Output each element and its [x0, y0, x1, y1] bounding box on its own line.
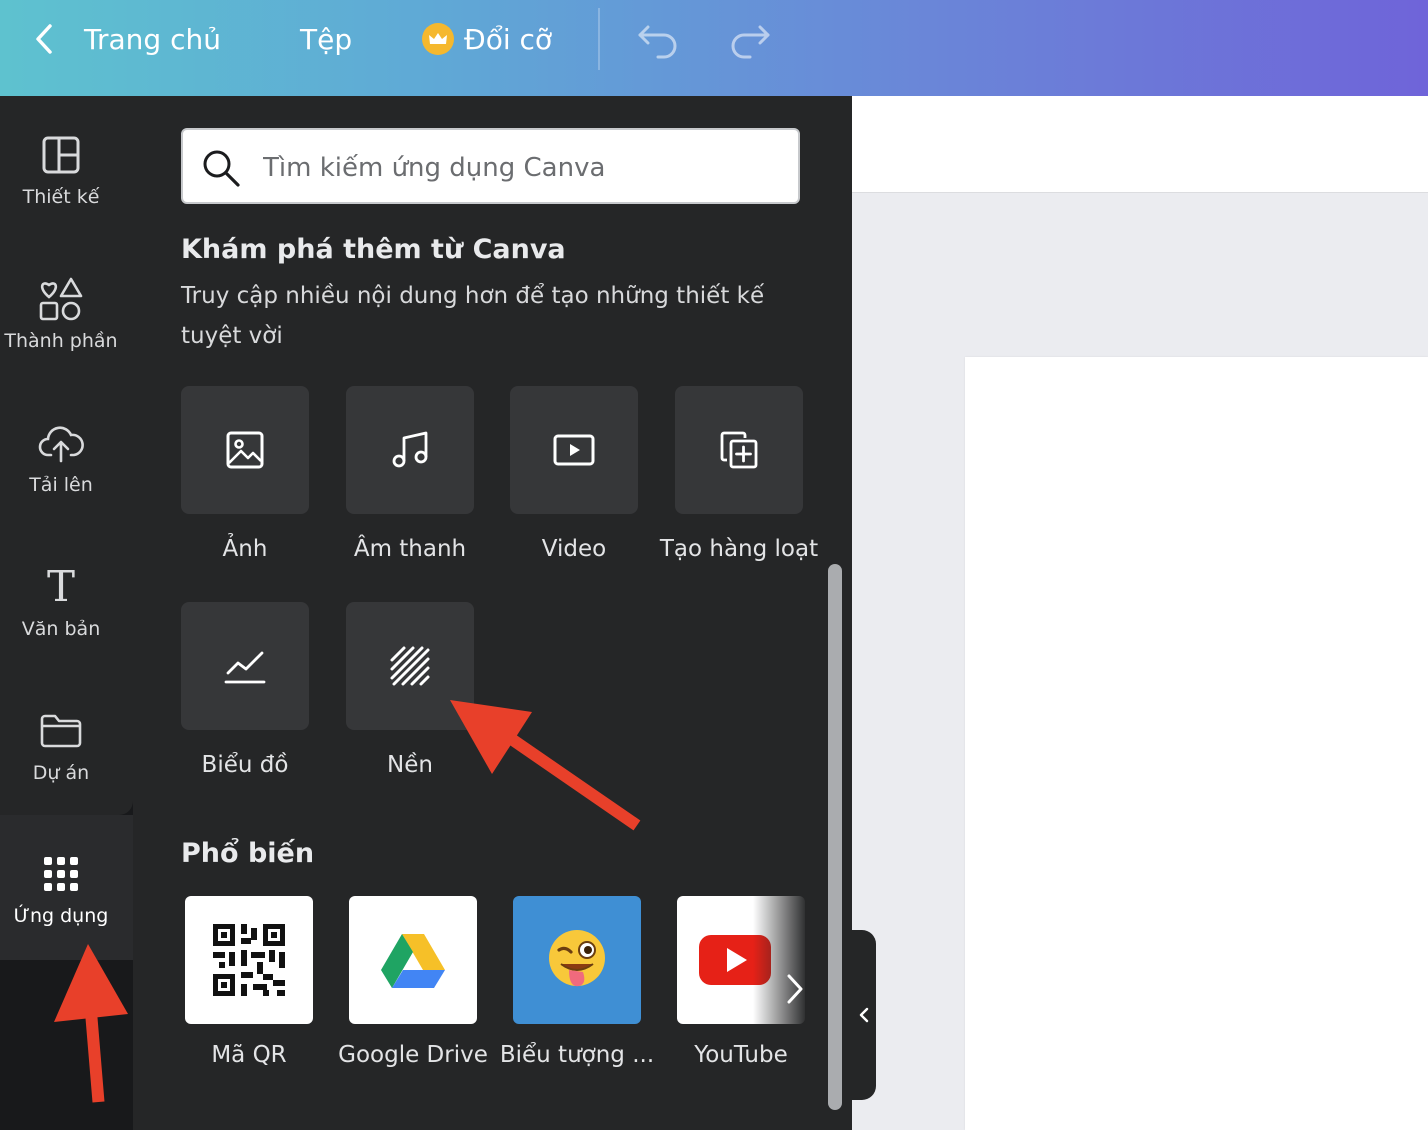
- tile-label: Video: [541, 536, 607, 562]
- crown-icon: [422, 23, 454, 55]
- rail-label: Thiết kế: [22, 186, 100, 208]
- back-button[interactable]: [30, 0, 60, 78]
- undo-button[interactable]: [636, 0, 680, 78]
- rail-top-group: Thiết kế Thành phần Tải lên T Văn bản Dự…: [0, 96, 133, 815]
- tile-label: Ảnh: [222, 536, 268, 562]
- popular-heading: Phổ biến: [181, 838, 315, 869]
- tile-label: Âm thanh: [353, 536, 467, 562]
- app-label: Google Drive: [338, 1042, 488, 1068]
- folder-icon: [36, 706, 86, 756]
- chevron-right-icon[interactable]: [783, 970, 807, 1008]
- tile-audio[interactable]: [346, 386, 474, 514]
- shapes-icon: [36, 274, 86, 324]
- undo-icon: [638, 25, 677, 59]
- explore-description: Truy cập nhiều nội dung hơn để tạo những…: [181, 283, 765, 349]
- apps-panel: Khám phá thêm từ Canva Truy cập nhiều nộ…: [133, 96, 852, 1130]
- rail-item-text[interactable]: T Văn bản: [0, 562, 122, 692]
- background-pattern-icon: [390, 646, 430, 686]
- tile-bulk-create[interactable]: [675, 386, 803, 514]
- explore-heading: Khám phá thêm từ Canva: [181, 234, 566, 265]
- chevron-left-icon: [859, 1007, 869, 1023]
- tile-charts[interactable]: [181, 602, 309, 730]
- rail-item-elements[interactable]: Thành phần: [0, 274, 122, 404]
- canvas-area: [852, 96, 1428, 1130]
- top-bar: Trang chủ Tệp Đổi cỡ: [0, 0, 1428, 96]
- redo-icon: [731, 25, 770, 59]
- search-box[interactable]: [181, 128, 800, 204]
- rail-label: Thành phần: [4, 330, 118, 352]
- tile-video[interactable]: [510, 386, 638, 514]
- music-icon: [392, 431, 428, 468]
- app-google-drive[interactable]: [349, 896, 477, 1024]
- apps-grid-icon: [36, 849, 86, 899]
- tile-photos[interactable]: [181, 386, 309, 514]
- rail-item-uploads[interactable]: Tải lên: [0, 418, 122, 548]
- resize-button[interactable]: Đổi cỡ: [422, 0, 552, 78]
- search-input[interactable]: [261, 142, 785, 194]
- rail-label: Ứng dụng: [13, 905, 109, 927]
- panel-scrollbar[interactable]: [828, 564, 842, 1110]
- resize-label: Đổi cỡ: [464, 22, 553, 56]
- toolbar-divider: [598, 8, 600, 70]
- file-menu[interactable]: Tệp: [300, 0, 352, 78]
- left-rail: Thiết kế Thành phần Tải lên T Văn bản Dự…: [0, 96, 133, 1130]
- rail-item-apps-inner: Ứng dụng: [0, 849, 122, 979]
- redo-button[interactable]: [728, 0, 772, 78]
- layout-icon: [36, 130, 86, 180]
- tile-label: Nền: [387, 752, 433, 778]
- design-page[interactable]: [965, 357, 1428, 1130]
- rail-label: Tải lên: [29, 474, 93, 496]
- rail-label: Dự án: [32, 762, 90, 784]
- emoji-icon: [549, 930, 605, 987]
- chevron-left-icon: [36, 24, 52, 54]
- tile-label: Tạo hàng loạt: [659, 536, 819, 562]
- app-label: Mã QR: [211, 1042, 287, 1068]
- search-icon: [203, 150, 240, 187]
- rail-item-design[interactable]: Thiết kế: [0, 130, 122, 260]
- cloud-upload-icon: [36, 418, 86, 468]
- home-link[interactable]: Trang chủ: [84, 0, 221, 78]
- bulk-create-icon: [720, 431, 758, 469]
- collapse-panel-button[interactable]: [852, 930, 876, 1100]
- app-emoji[interactable]: [513, 896, 641, 1024]
- video-icon: [553, 434, 595, 466]
- qr-code-icon: [213, 924, 285, 996]
- image-icon: [226, 431, 264, 469]
- rail-label: Văn bản: [21, 618, 101, 640]
- google-drive-icon: [381, 934, 445, 988]
- rail-item-apps[interactable]: Ứng dụng: [0, 815, 133, 960]
- chart-icon: [224, 651, 266, 684]
- tile-backgrounds[interactable]: [346, 602, 474, 730]
- canvas-header: [852, 96, 1428, 193]
- app-label: Biểu tượng ...: [499, 1042, 655, 1068]
- app-label: YouTube: [694, 1042, 788, 1068]
- text-icon: T: [46, 562, 75, 611]
- app-qr-code[interactable]: [185, 896, 313, 1024]
- tile-label: Biểu đồ: [201, 752, 289, 778]
